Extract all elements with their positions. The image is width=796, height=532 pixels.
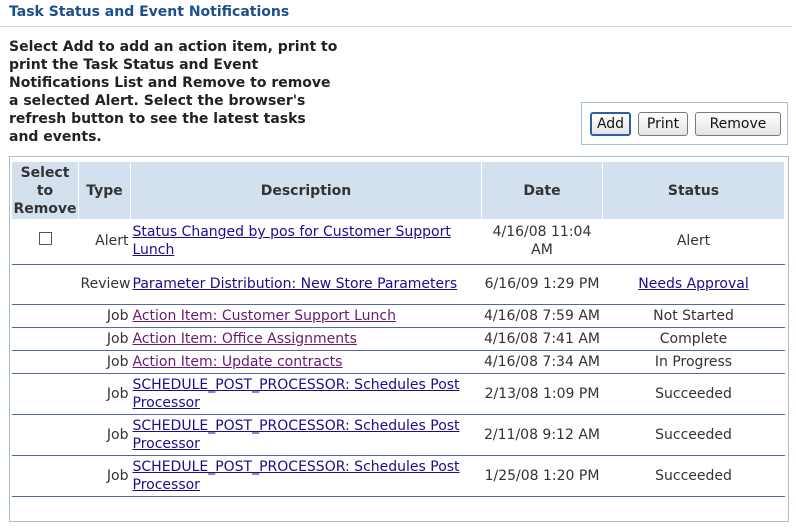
- status-cell: Succeeded: [602, 373, 785, 415]
- select-cell: [11, 327, 79, 351]
- select-cell: [11, 414, 79, 456]
- description-link[interactable]: Parameter Distribution: New Store Parame…: [133, 276, 458, 292]
- date-cell: 4/16/08 7:41 AM: [481, 327, 603, 351]
- status-cell: Complete: [602, 327, 785, 351]
- table-row: Job Action Item: Office Assignments 4/16…: [11, 327, 785, 351]
- notifications-table-frame: Select to Remove Type Description Date S…: [9, 156, 789, 522]
- table-row: Job SCHEDULE_POST_PROCESSOR: Schedules P…: [11, 414, 785, 456]
- page-title: Task Status and Event Notifications: [9, 4, 290, 20]
- add-button[interactable]: Add: [590, 112, 631, 136]
- date-cell: 2/11/08 9:12 AM: [481, 414, 603, 456]
- date-cell: 2/13/08 1:09 PM: [481, 373, 603, 415]
- description-cell: SCHEDULE_POST_PROCESSOR: Schedules Post …: [130, 455, 482, 497]
- select-cell: [11, 455, 79, 497]
- table-row: Review Parameter Distribution: New Store…: [11, 264, 785, 305]
- status-cell: Alert: [602, 219, 785, 265]
- description-link[interactable]: Action Item: Office Assignments: [133, 331, 357, 347]
- type-cell: Job: [78, 327, 131, 351]
- column-header-type: Type: [78, 162, 131, 219]
- date-cell: 4/16/08 7:34 AM: [481, 350, 603, 374]
- type-cell: Job: [78, 414, 131, 456]
- description-link[interactable]: Action Item: Customer Support Lunch: [133, 308, 396, 324]
- table-row: Job SCHEDULE_POST_PROCESSOR: Schedules P…: [11, 455, 785, 497]
- select-cell: [11, 219, 79, 265]
- column-header-select: Select to Remove: [11, 162, 79, 219]
- description-link[interactable]: SCHEDULE_POST_PROCESSOR: Schedules Post …: [133, 377, 460, 411]
- description-cell: SCHEDULE_POST_PROCESSOR: Schedules Post …: [130, 373, 482, 415]
- description-cell: SCHEDULE_POST_PROCESSOR: Schedules Post …: [130, 414, 482, 456]
- description-link[interactable]: Status Changed by pos for Customer Suppo…: [133, 224, 451, 258]
- table-row: Alert Status Changed by pos for Customer…: [11, 219, 785, 265]
- type-cell: Alert: [78, 219, 131, 265]
- type-cell: Job: [78, 350, 131, 374]
- date-cell: 4/16/08 11:04 AM: [481, 219, 603, 265]
- date-cell: 1/25/08 1:20 PM: [481, 455, 603, 497]
- type-cell: Job: [78, 455, 131, 497]
- needs-approval-link[interactable]: Needs Approval: [638, 276, 748, 292]
- column-header-date: Date: [481, 162, 603, 219]
- select-cell: [11, 350, 79, 374]
- description-cell: Parameter Distribution: New Store Parame…: [130, 264, 482, 305]
- description-cell: Status Changed by pos for Customer Suppo…: [130, 219, 482, 265]
- column-header-status: Status: [602, 162, 785, 219]
- status-cell: In Progress: [602, 350, 785, 374]
- description-link[interactable]: Action Item: Update contracts: [133, 354, 343, 370]
- type-cell: Job: [78, 304, 131, 328]
- date-cell: 6/16/09 1:29 PM: [481, 264, 603, 305]
- description-link[interactable]: SCHEDULE_POST_PROCESSOR: Schedules Post …: [133, 459, 460, 493]
- status-cell: Not Started: [602, 304, 785, 328]
- status-cell: Succeeded: [602, 414, 785, 456]
- description-cell: Action Item: Office Assignments: [130, 327, 482, 351]
- select-checkbox[interactable]: [38, 231, 52, 245]
- description-cell: Action Item: Update contracts: [130, 350, 482, 374]
- type-cell: Job: [78, 373, 131, 415]
- table-row: Job SCHEDULE_POST_PROCESSOR: Schedules P…: [11, 373, 785, 415]
- status-cell: Succeeded: [602, 455, 785, 497]
- table-row: Job Action Item: Update contracts 4/16/0…: [11, 350, 785, 374]
- type-cell: Review: [78, 264, 131, 305]
- action-toolbar: Add Print Remove: [581, 102, 788, 145]
- date-cell: 4/16/08 7:59 AM: [481, 304, 603, 328]
- description-cell: Action Item: Customer Support Lunch: [130, 304, 482, 328]
- instructions-text: Select Add to add an action item, print …: [9, 39, 338, 145]
- description-link[interactable]: SCHEDULE_POST_PROCESSOR: Schedules Post …: [133, 418, 460, 452]
- notifications-table: Select to Remove Type Description Date S…: [11, 162, 785, 497]
- print-button[interactable]: Print: [638, 112, 688, 136]
- column-header-description: Description: [130, 162, 482, 219]
- table-header-row: Select to Remove Type Description Date S…: [11, 162, 785, 219]
- select-cell: [11, 304, 79, 328]
- select-cell: [11, 264, 79, 305]
- title-divider: [0, 26, 792, 27]
- remove-button[interactable]: Remove: [695, 112, 781, 136]
- select-cell: [11, 373, 79, 415]
- table-row: Job Action Item: Customer Support Lunch …: [11, 304, 785, 328]
- status-cell: Needs Approval: [602, 264, 785, 305]
